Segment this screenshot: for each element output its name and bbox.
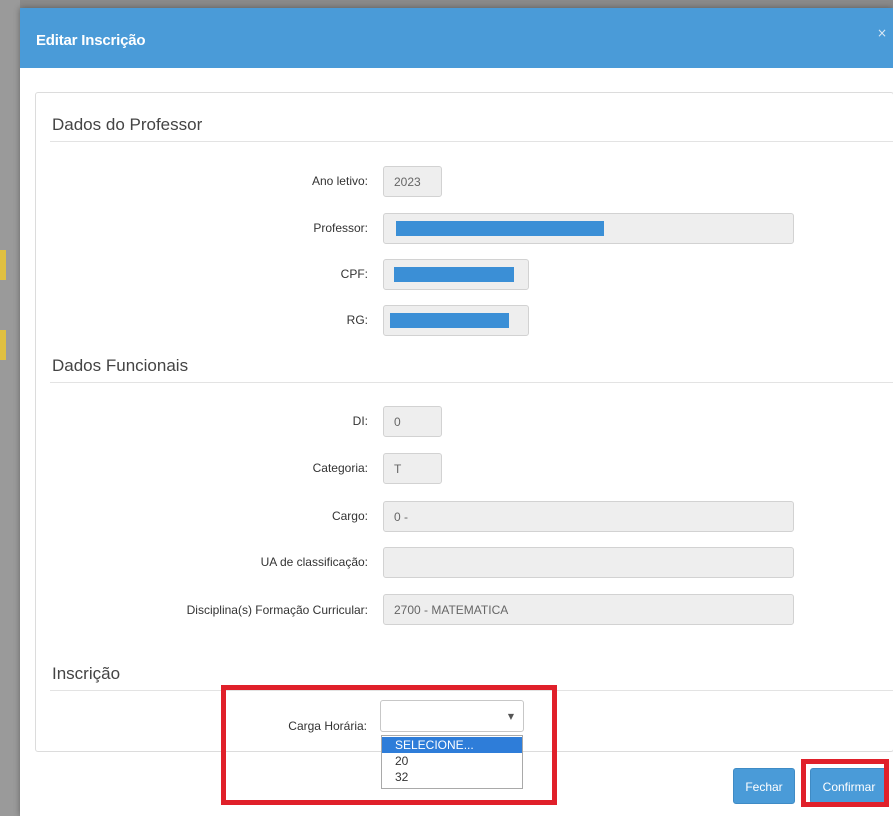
professor-field[interactable] — [383, 213, 794, 244]
fechar-button[interactable]: Fechar — [733, 768, 795, 804]
backdrop-tick — [0, 250, 6, 280]
option-32[interactable]: 32 — [382, 769, 522, 785]
redacted-value — [390, 313, 509, 328]
option-selecione[interactable]: SELECIONE... — [382, 737, 522, 753]
carga-horaria-dropdown: SELECIONE... 20 32 — [381, 735, 523, 789]
ua-classificacao-label: UA de classificação: — [260, 555, 368, 569]
edit-inscription-modal: Editar Inscrição × Dados do Professor An… — [20, 8, 893, 816]
redacted-value — [394, 267, 514, 282]
rg-field[interactable] — [383, 305, 529, 336]
section-title-funcionais: Dados Funcionais — [52, 356, 189, 375]
professor-label: Professor: — [313, 221, 368, 235]
di-label: DI: — [352, 414, 368, 428]
modal-header: Editar Inscrição × — [20, 8, 893, 68]
option-20[interactable]: 20 — [382, 753, 522, 769]
categoria-field[interactable]: T — [383, 453, 442, 484]
ano-letivo-label: Ano letivo: — [311, 174, 368, 188]
section-divider — [50, 382, 893, 383]
cpf-field[interactable] — [383, 259, 529, 290]
close-icon[interactable]: × — [877, 26, 887, 40]
carga-horaria-label: Carga Horária: — [288, 719, 367, 733]
cpf-label: CPF: — [340, 267, 368, 281]
confirmar-button[interactable]: Confirmar — [810, 768, 888, 804]
disciplina-label: Disciplina(s) Formação Curricular: — [186, 603, 368, 617]
caret-down-icon: ▼ — [507, 712, 514, 721]
redacted-value — [396, 221, 604, 236]
rg-label: RG: — [346, 313, 368, 327]
section-title-inscricao: Inscrição — [52, 664, 121, 683]
backdrop-left — [0, 0, 20, 816]
section-divider — [50, 690, 893, 691]
categoria-label: Categoria: — [312, 461, 368, 475]
di-field[interactable]: 0 — [383, 406, 442, 437]
carga-horaria-select[interactable]: ▼ — [380, 700, 524, 732]
section-divider — [50, 141, 893, 142]
form-panel: Dados do Professor Ano letivo: 2023 Prof… — [35, 92, 893, 752]
ua-classificacao-field[interactable] — [383, 547, 794, 578]
cargo-field[interactable]: 0 - — [383, 501, 794, 532]
modal-title: Editar Inscrição — [36, 32, 146, 49]
ano-letivo-field[interactable]: 2023 — [383, 166, 442, 197]
cargo-label: Cargo: — [331, 509, 368, 523]
backdrop-tick — [0, 330, 6, 360]
disciplina-field[interactable]: 2700 - MATEMATICA — [383, 594, 794, 625]
section-title-professor: Dados do Professor — [52, 115, 203, 134]
backdrop — [0, 0, 893, 8]
